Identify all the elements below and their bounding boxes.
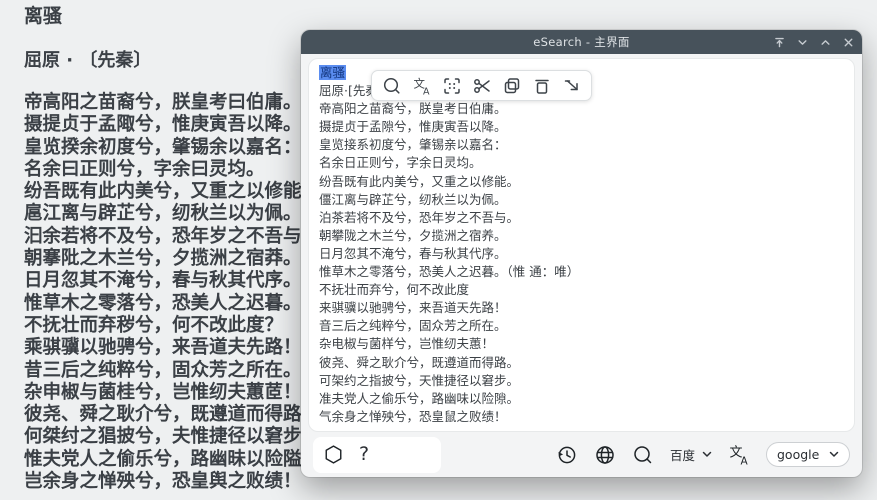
window-controls: [772, 30, 855, 54]
doc-body: 帝高阳之苗裔兮，朕皇考曰伯庸。摄提贞于孟陬兮，惟庚寅吾以降。皇览揆余初度兮，肇锡…: [24, 92, 329, 493]
ocr-line: 准夫党人之偷乐兮，路幽味以险隙。: [319, 390, 844, 408]
ocr-line: 杂电椒与菌样兮，岂惟纫夫蕙！: [319, 335, 844, 353]
ocr-line: 日月忽其不淹兮，春与秋其代序。: [319, 245, 844, 263]
bottom-left-group: ?: [313, 437, 441, 473]
doc-author: 屈原 · 〔先秦〕: [24, 46, 151, 72]
doc-line: 皇览揆余初度兮，肇锡余以嘉名：: [24, 137, 329, 159]
doc-line: 惟夫党人之偷乐兮，路幽昧以险隘。: [24, 449, 329, 471]
search-engine-icon[interactable]: [632, 444, 654, 466]
copy-icon[interactable]: [501, 75, 522, 96]
selection-toolbar: 文 A: [371, 70, 592, 101]
ocr-line: 帝高阳之苗裔兮，朕皇考日伯庸。: [319, 100, 844, 118]
doc-line: 乘骐骥以驰骋兮，来吾道夫先路！: [24, 337, 329, 359]
ocr-line: 彼尧、舜之耿介兮，既遵道而得路。: [319, 354, 844, 372]
doc-line: 岂余身之惮殃兮，恐皇舆之败绩！: [24, 471, 329, 493]
chevron-down-icon: [702, 451, 712, 458]
hexagon-icon[interactable]: [323, 444, 344, 465]
close-icon[interactable]: [841, 35, 855, 49]
help-button[interactable]: ?: [359, 445, 369, 464]
ocr-line: 泊茶若将不及兮，恐年岁之不吾与。: [319, 209, 844, 227]
svg-text:A: A: [741, 455, 749, 466]
desktop: 离骚 屈原 · 〔先秦〕 帝高阳之苗裔兮，朕皇考曰伯庸。摄提贞于孟陬兮，惟庚寅吾…: [0, 0, 877, 500]
doc-line: 摄提贞于孟陬兮，惟庚寅吾以降。: [24, 114, 329, 136]
doc-line: 朝搴阰之木兰兮，夕揽洲之宿莽。: [24, 248, 329, 270]
ocr-line: 名余日正则兮，字余日灵均。: [319, 154, 844, 172]
search-engine-select[interactable]: 百度: [670, 445, 712, 464]
doc-line: 昔三后之纯粹兮，固众芳之所在。: [24, 360, 329, 382]
history-icon[interactable]: [556, 444, 578, 466]
globe-icon[interactable]: [594, 444, 616, 466]
doc-line: 何桀纣之猖披兮，夫惟捷径以窘步。: [24, 426, 329, 448]
cut-icon[interactable]: [471, 75, 492, 96]
ocr-line: 不抚壮而弃兮，何不改此度: [319, 281, 844, 299]
ocr-scan-icon[interactable]: [441, 75, 462, 96]
doc-line: 扈江离与辟芷兮，纫秋兰以为佩。: [24, 203, 329, 225]
translate-engine-select[interactable]: google: [766, 442, 850, 467]
search-engine-value: 百度: [670, 445, 695, 464]
search-icon[interactable]: [381, 75, 402, 96]
doc-line: 纷吾既有此内美兮，又重之以修能。: [24, 181, 329, 203]
doc-line: 帝高阳之苗裔兮，朕皇考曰伯庸。: [24, 92, 329, 114]
ocr-line: 摄提贞于孟隙兮，惟庚寅吾以降。: [319, 118, 844, 136]
selected-text[interactable]: 离骚: [319, 65, 346, 80]
esearch-window: eSearch - 主界面 离骚 屈原·[先秦: [301, 30, 862, 477]
doc-title: 离骚: [24, 1, 62, 28]
window-titlebar[interactable]: eSearch - 主界面: [301, 30, 862, 54]
doc-line: 杂申椒与菌桂兮，岂惟纫夫蕙茝！: [24, 382, 329, 404]
doc-line: 不抚壮而弃秽兮，何不改此度？: [24, 315, 329, 337]
translate-engine-value: google: [777, 447, 819, 462]
ocr-line: 纷吾既有此内美兮，又重之以修能。: [319, 173, 844, 191]
send-arrow-icon[interactable]: [561, 75, 582, 96]
doc-line: 汩余若将不及兮，恐年岁之不吾与。: [24, 226, 329, 248]
maximize-icon[interactable]: [818, 35, 832, 49]
doc-line: 日月忽其不淹兮，春与秋其代序。: [24, 270, 329, 292]
ocr-body: 帝高阳之苗裔兮，朕皇考日伯庸。摄提贞于孟隙兮，惟庚寅吾以降。皇览接系初度兮，肇锡…: [319, 100, 844, 426]
ocr-line: 惟草木之零落兮，恐美人之迟暮。（惟 通：唯）: [319, 263, 844, 281]
doc-line: 彼尧、舜之耿介兮，既遵道而得路。: [24, 404, 329, 426]
ocr-text-panel[interactable]: 离骚 屈原·[先秦] 帝高阳之苗裔兮，朕皇考日伯庸。摄提贞于孟隙兮，惟庚寅吾以降…: [308, 58, 855, 432]
doc-line: 惟草木之零落兮，恐美人之迟暮。（惟: [24, 293, 329, 315]
chevron-down-icon: [829, 451, 839, 458]
ocr-line: 气余身之惮殃兮，恐皇鼠之败绩！: [319, 408, 844, 426]
translate-icon[interactable]: 文 A: [411, 75, 432, 96]
pin-to-top-icon[interactable]: [772, 35, 786, 49]
ocr-line: 皇览接系初度兮，肇锡亲以嘉名：: [319, 136, 844, 154]
ocr-line: 僵江离与辟芷兮，纫秋兰以为佩。: [319, 191, 844, 209]
doc-line: 名余曰正则兮，字余曰灵均。: [24, 159, 329, 181]
delete-icon[interactable]: [531, 75, 552, 96]
bottom-right-group: 百度 文 A google: [556, 442, 850, 467]
translate-engine-icon[interactable]: 文 A: [728, 444, 750, 466]
ocr-line: 朝攀陇之木兰兮，夕揽洲之宿养。: [319, 227, 844, 245]
ocr-line: 可架约之指披兮，天惟捷径以窘步。: [319, 372, 844, 390]
bottom-toolbar: ? 百度: [301, 432, 862, 477]
minimize-icon[interactable]: [795, 35, 809, 49]
ocr-line: 音三后之纯粹兮，固众芳之所在。: [319, 317, 844, 335]
ocr-line: 来骐骥以驰骋兮，来吾道天先路！: [319, 299, 844, 317]
svg-text:A: A: [423, 86, 430, 96]
